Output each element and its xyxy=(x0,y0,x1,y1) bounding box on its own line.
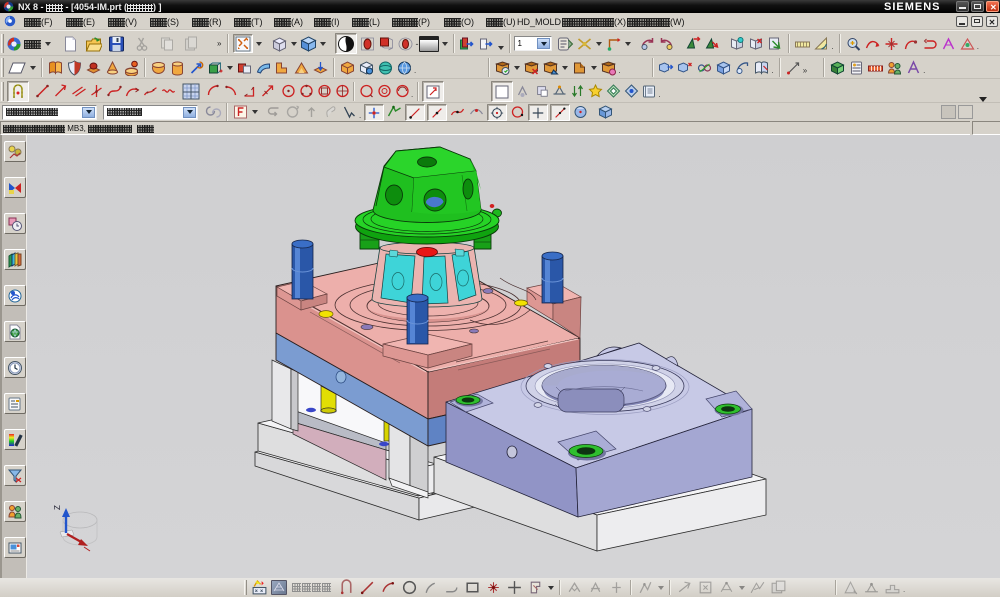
svg-text:Z: Z xyxy=(53,505,62,510)
